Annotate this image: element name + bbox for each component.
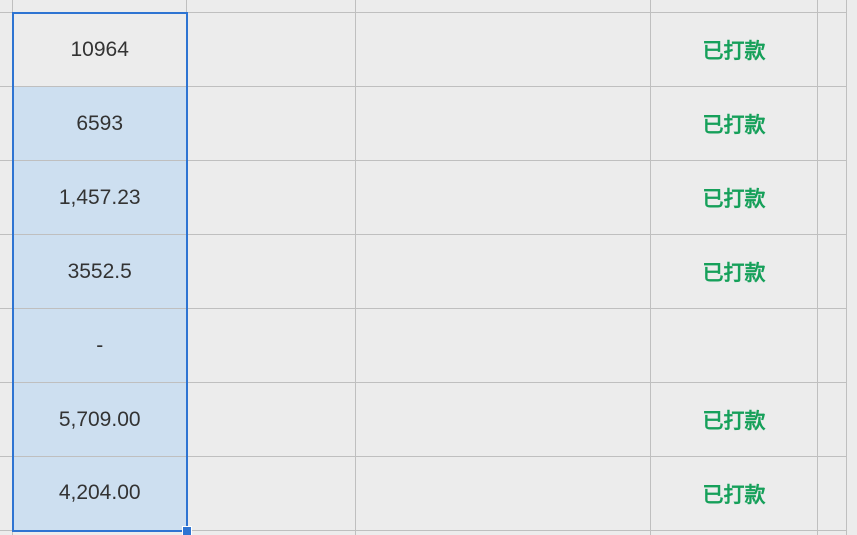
status-cell[interactable]: 已打款 [651, 383, 818, 457]
cell[interactable] [0, 161, 13, 235]
cell[interactable] [356, 531, 651, 535]
status-cell[interactable]: 已打款 [651, 457, 818, 531]
table-row[interactable]: 1,457.23 已打款 [0, 161, 847, 235]
status-badge: 已打款 [702, 188, 765, 211]
cell[interactable] [817, 87, 846, 161]
cell[interactable] [817, 383, 846, 457]
cell[interactable] [0, 309, 13, 383]
cell[interactable] [187, 531, 356, 535]
value-cell[interactable]: 10964 [13, 13, 187, 87]
status-cell[interactable]: 已打款 [651, 161, 818, 235]
cell[interactable] [187, 0, 356, 13]
table-row[interactable]: 4,204.00 已打款 [0, 457, 847, 531]
value-cell[interactable]: 5,709.00 [13, 383, 187, 457]
status-badge: 已打款 [702, 114, 765, 137]
cell[interactable] [0, 457, 13, 531]
cell[interactable] [0, 0, 13, 13]
cell[interactable] [817, 235, 846, 309]
cell[interactable] [356, 309, 651, 383]
cell[interactable] [817, 13, 846, 87]
status-badge: 已打款 [702, 262, 765, 285]
table-row[interactable] [0, 531, 847, 535]
cell[interactable] [13, 531, 187, 535]
value-cell[interactable]: - [13, 309, 187, 383]
cell[interactable] [0, 13, 13, 87]
cell[interactable] [356, 235, 651, 309]
spreadsheet-grid[interactable]: 10964 已打款 6593 已打款 1,457.23 [0, 0, 847, 535]
value-cell[interactable]: 4,204.00 [13, 457, 187, 531]
cell[interactable] [817, 309, 846, 383]
spreadsheet-viewport[interactable]: 10964 已打款 6593 已打款 1,457.23 [0, 0, 857, 535]
cell[interactable] [187, 309, 356, 383]
cell[interactable] [0, 235, 13, 309]
cell[interactable] [356, 161, 651, 235]
cell[interactable] [0, 383, 13, 457]
cell[interactable] [817, 0, 846, 13]
status-cell[interactable]: 已打款 [651, 87, 818, 161]
cell[interactable] [187, 235, 356, 309]
cell[interactable] [356, 0, 651, 13]
table-row[interactable] [0, 0, 847, 13]
cell[interactable] [187, 13, 356, 87]
cell[interactable] [651, 531, 818, 535]
cell[interactable] [13, 0, 187, 13]
selection-fill-handle[interactable] [182, 526, 192, 535]
cell[interactable] [817, 161, 846, 235]
status-cell[interactable]: 已打款 [651, 13, 818, 87]
table-row[interactable]: 6593 已打款 [0, 87, 847, 161]
table-row[interactable]: 5,709.00 已打款 [0, 383, 847, 457]
cell[interactable] [817, 531, 846, 535]
table-row[interactable]: - [0, 309, 847, 383]
table-row[interactable]: 3552.5 已打款 [0, 235, 847, 309]
cell[interactable] [356, 383, 651, 457]
value-cell[interactable]: 6593 [13, 87, 187, 161]
value-cell[interactable]: 3552.5 [13, 235, 187, 309]
status-badge: 已打款 [702, 40, 765, 63]
cell[interactable] [187, 87, 356, 161]
cell[interactable] [187, 161, 356, 235]
cell[interactable] [356, 87, 651, 161]
status-badge: 已打款 [702, 484, 765, 507]
value-cell[interactable]: 1,457.23 [13, 161, 187, 235]
table-row[interactable]: 10964 已打款 [0, 13, 847, 87]
cell[interactable] [0, 531, 13, 535]
status-cell[interactable]: 已打款 [651, 235, 818, 309]
status-cell[interactable] [651, 309, 818, 383]
cell[interactable] [651, 0, 818, 13]
status-badge: 已打款 [702, 410, 765, 433]
cell[interactable] [356, 457, 651, 531]
cell[interactable] [187, 383, 356, 457]
cell[interactable] [817, 457, 846, 531]
cell[interactable] [187, 457, 356, 531]
cell[interactable] [356, 13, 651, 87]
cell[interactable] [0, 87, 13, 161]
